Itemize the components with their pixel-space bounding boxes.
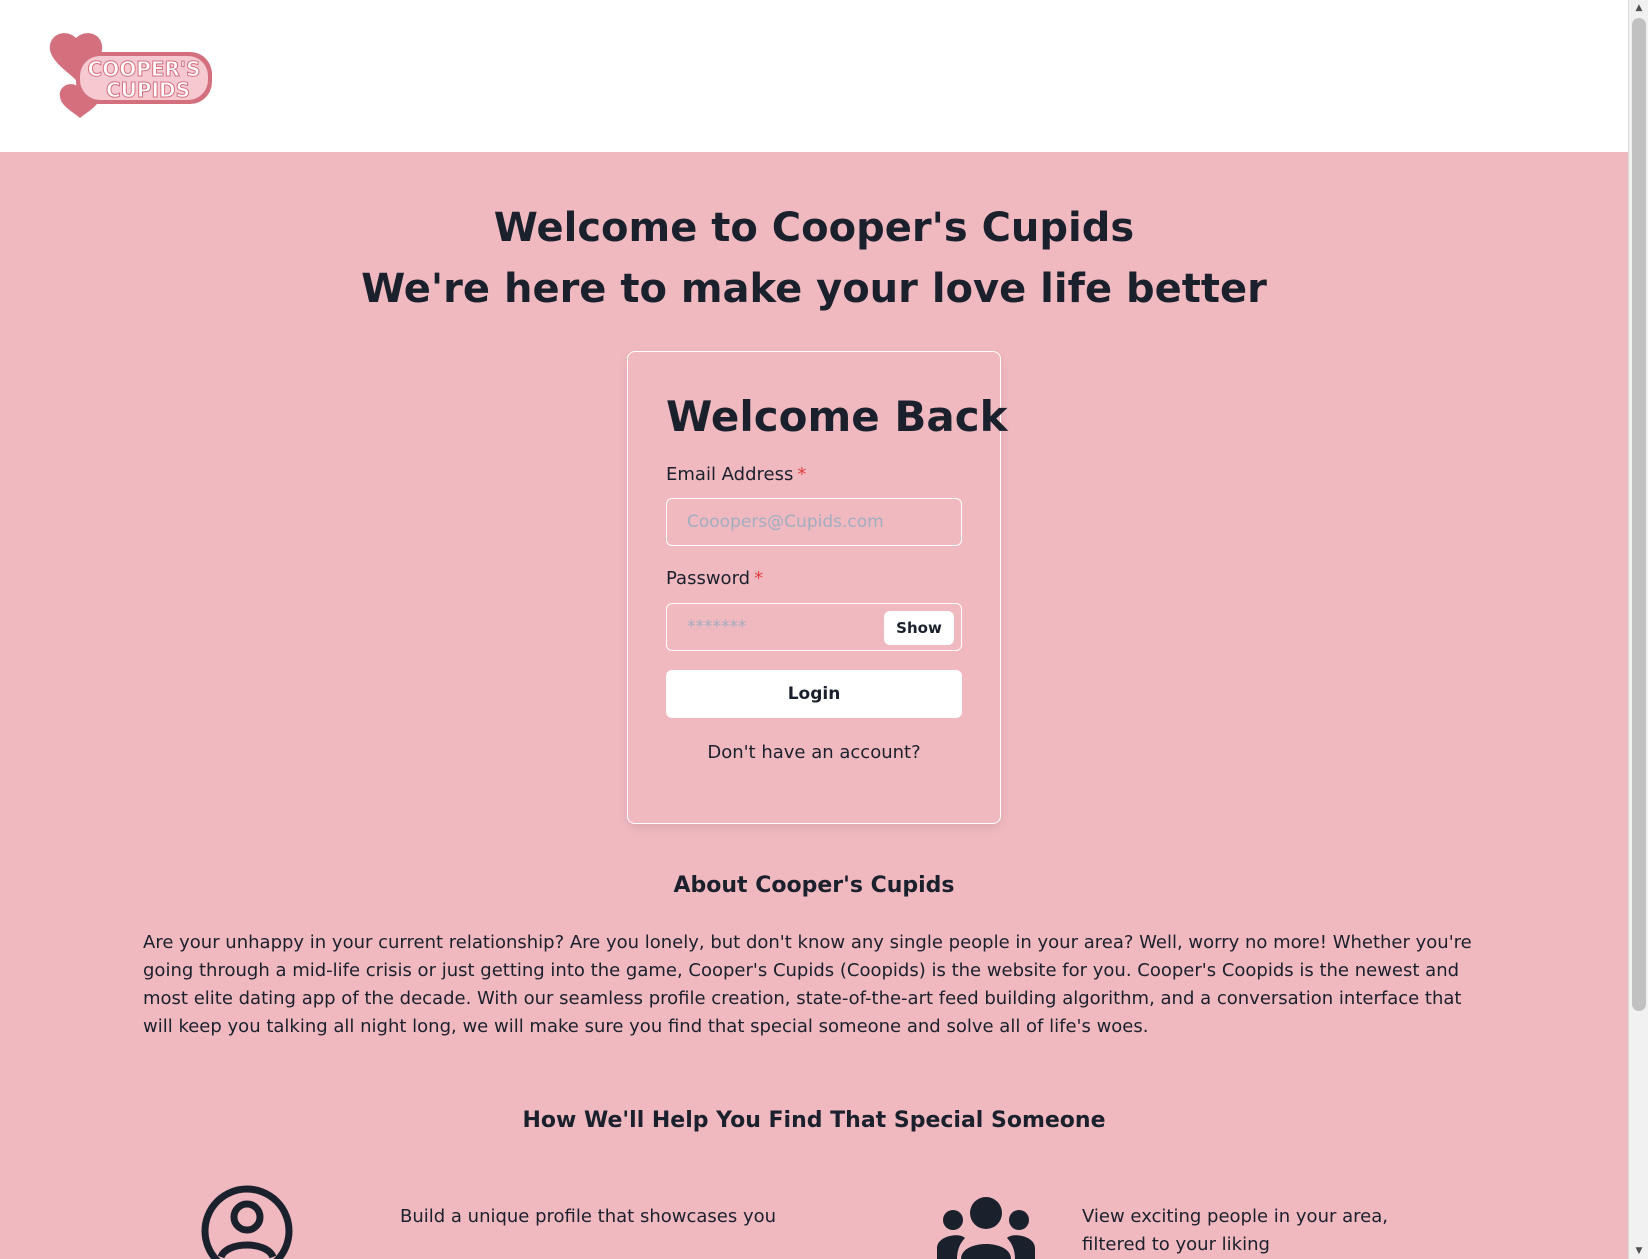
email-field[interactable] <box>666 498 962 546</box>
site-header: COOPER'S CUPIDS <box>0 0 1628 152</box>
coopers-cupids-logo[interactable]: COOPER'S CUPIDS <box>48 30 218 120</box>
users-group-icon <box>937 1197 1035 1259</box>
login-card: Welcome Back Email Address* Password* Sh… <box>627 351 1008 824</box>
about-heading: About Cooper's Cupids <box>673 873 955 898</box>
feature-text-browse: View exciting people in your area, filte… <box>1082 1206 1388 1255</box>
features-heading: How We'll Help You Find That Special Som… <box>522 1108 1106 1133</box>
scroll-up-icon[interactable]: ▲ <box>1629 0 1648 16</box>
feature-text-profile: Build a unique profile that showcases yo… <box>400 1206 777 1227</box>
login-button[interactable]: Login <box>666 670 962 718</box>
hero-subtitle: We're here to make your love life better <box>361 266 1267 312</box>
email-label: Email Address * <box>666 464 807 485</box>
required-mark: * <box>797 464 807 485</box>
login-title: Welcome Back <box>666 392 1008 441</box>
hero-title: Welcome to Cooper's Cupids <box>493 205 1135 251</box>
signup-link[interactable]: Don't have an account? <box>628 742 1000 763</box>
password-label: Password * <box>666 568 764 589</box>
user-circle-icon <box>201 1185 293 1259</box>
required-mark: * <box>754 568 764 589</box>
about-text: Are your unhappy in your current relatio… <box>143 932 1472 1037</box>
scroll-down-icon[interactable]: ▼ <box>1629 1243 1648 1259</box>
show-password-button[interactable]: Show <box>884 611 954 645</box>
svg-text:CUPIDS: CUPIDS <box>106 78 190 102</box>
vertical-scrollbar[interactable]: ▲ ▼ <box>1628 0 1648 1259</box>
scrollbar-thumb[interactable] <box>1632 18 1646 1011</box>
